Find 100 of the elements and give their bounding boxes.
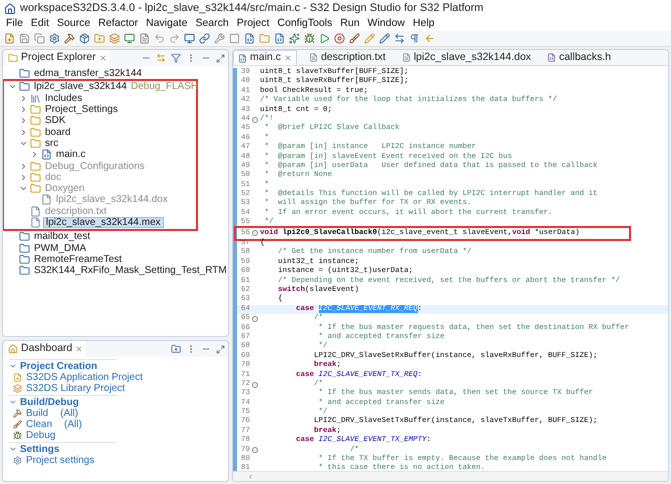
sparkle-icon[interactable]: [289, 33, 300, 44]
menu-item[interactable]: Window: [364, 16, 409, 32]
tree-item[interactable]: Includes: [43, 92, 84, 104]
code-file-icon[interactable]: [244, 33, 255, 44]
tree-item[interactable]: mailbox_test: [32, 231, 92, 242]
package-icon[interactable]: [79, 33, 90, 44]
project-folder-icon: [19, 68, 30, 80]
menu-item[interactable]: Run: [336, 16, 364, 32]
fold-icon[interactable]: [252, 230, 258, 236]
maximize-icon[interactable]: [216, 54, 225, 62]
folder-icon: [30, 138, 41, 149]
tree-item[interactable]: lpi2c_slave_s32k144.mex: [43, 217, 164, 228]
tree-item[interactable]: src: [43, 138, 60, 149]
project-folder-icon: [19, 265, 30, 276]
fold-icon[interactable]: [252, 447, 258, 454]
bug-icon[interactable]: [304, 33, 315, 44]
window-title: workspaceS32DS.3.4.0 - lpi2c_slave_s32k144/src/main.c - S32 Design Studio for S32 Platform: [20, 1, 484, 16]
hammer-icon: [13, 409, 22, 418]
tree-item[interactable]: lpi2c_slave_s32k144: [32, 81, 129, 92]
library-icon: [13, 384, 22, 393]
gear-icon[interactable]: [49, 33, 60, 44]
menu-item[interactable]: Edit: [26, 16, 54, 32]
fold-icon[interactable]: [252, 116, 258, 123]
c-file-icon: [238, 54, 247, 62]
menu-item[interactable]: Source: [53, 16, 94, 32]
project-folder-icon: [19, 231, 30, 242]
hammer-icon[interactable]: [64, 33, 75, 44]
menu-item[interactable]: Navigate: [142, 16, 192, 32]
tree-item[interactable]: RemoteFreameTest: [32, 254, 124, 265]
panel-title: Dashboard: [21, 341, 72, 356]
app-logo-icon: [4, 2, 16, 14]
close-icon[interactable]: [75, 345, 84, 353]
record-icon[interactable]: [334, 33, 345, 44]
collapse-icon[interactable]: [9, 445, 17, 453]
document-icon[interactable]: [139, 33, 150, 44]
tree-item[interactable]: Project_Settings: [43, 104, 120, 116]
close-icon[interactable]: [98, 54, 107, 62]
close-icon[interactable]: [284, 54, 292, 62]
scroll-left-icon[interactable]: [247, 473, 254, 480]
import-icon[interactable]: [171, 344, 181, 354]
menu-item[interactable]: ConfigTools: [273, 16, 336, 32]
dashboard-tab[interactable]: Dashboard: [6, 341, 86, 357]
file-icon: [41, 194, 52, 206]
project-folder-icon: [19, 254, 30, 265]
folder-icon: [30, 104, 41, 116]
collapse-icon[interactable]: [9, 398, 17, 406]
new-project-icon: [13, 373, 22, 382]
c-file-icon[interactable]: [274, 33, 285, 44]
panel-title: Project Explorer: [21, 50, 96, 66]
menu-item[interactable]: Search: [191, 16, 233, 32]
menu-item[interactable]: Refactor: [94, 16, 142, 32]
pilcrow-icon[interactable]: [409, 33, 420, 44]
c-file-icon: [41, 149, 52, 160]
new-file-icon[interactable]: [4, 33, 15, 44]
bug-icon: [13, 431, 22, 440]
stop-icon[interactable]: [229, 33, 240, 44]
dashboard-icon: [8, 344, 18, 354]
folder-icon: [30, 172, 41, 183]
editor-tab[interactable]: callbacks.h: [543, 50, 616, 65]
explorer-icon: [8, 53, 18, 63]
tree-item[interactable]: board: [43, 126, 73, 138]
fold-icon[interactable]: [252, 382, 258, 388]
folder-icon: [30, 160, 41, 172]
menu-item[interactable]: Project: [232, 16, 274, 32]
header-file-icon: [547, 53, 556, 62]
filter-icon[interactable]: [171, 53, 181, 63]
brush-icon[interactable]: [349, 33, 360, 44]
text-file-icon: [308, 53, 318, 62]
save-icon[interactable]: [19, 33, 30, 44]
screen-icon[interactable]: [184, 33, 195, 44]
file-icon: [30, 206, 41, 217]
project-folder-icon: [19, 242, 30, 254]
explorer-tab[interactable]: Project Explorer: [6, 50, 109, 66]
run-icon[interactable]: [319, 33, 330, 44]
editor-tab[interactable]: lpi2c_slave_s32k144.dox: [398, 50, 536, 65]
text-file-icon: [402, 53, 411, 62]
wrench-icon[interactable]: [214, 33, 225, 44]
editor-tab[interactable]: main.c: [233, 50, 297, 65]
tree-item[interactable]: PWM_DMA: [32, 242, 88, 254]
highlight-icon[interactable]: [379, 33, 390, 44]
menu-item[interactable]: Help: [408, 16, 439, 32]
gear-icon: [13, 456, 22, 465]
link-icon[interactable]: [199, 33, 210, 44]
fold-icon[interactable]: [252, 316, 258, 322]
tree-item[interactable]: edma_transfer_s32k144: [32, 68, 144, 80]
folder-icon: [30, 115, 41, 126]
editor-tab[interactable]: description.txt: [304, 50, 390, 65]
tree-item[interactable]: S32K144_RxFifo_Mask_Setting_Test_RTM: [32, 265, 228, 276]
tree-item[interactable]: SDK: [43, 115, 68, 126]
layers-icon[interactable]: [109, 33, 120, 44]
tree-item[interactable]: main.c: [54, 149, 88, 160]
arrows-icon[interactable]: [394, 33, 405, 44]
folder-icon: [30, 183, 41, 194]
includes-icon: [30, 92, 41, 104]
project-folder-icon: [19, 81, 30, 92]
maximize-icon[interactable]: [216, 344, 225, 354]
menu-item[interactable]: File: [2, 16, 27, 32]
copy-icon[interactable]: [34, 33, 45, 44]
monitor-icon[interactable]: [124, 33, 135, 44]
collapse-icon[interactable]: [9, 362, 17, 370]
